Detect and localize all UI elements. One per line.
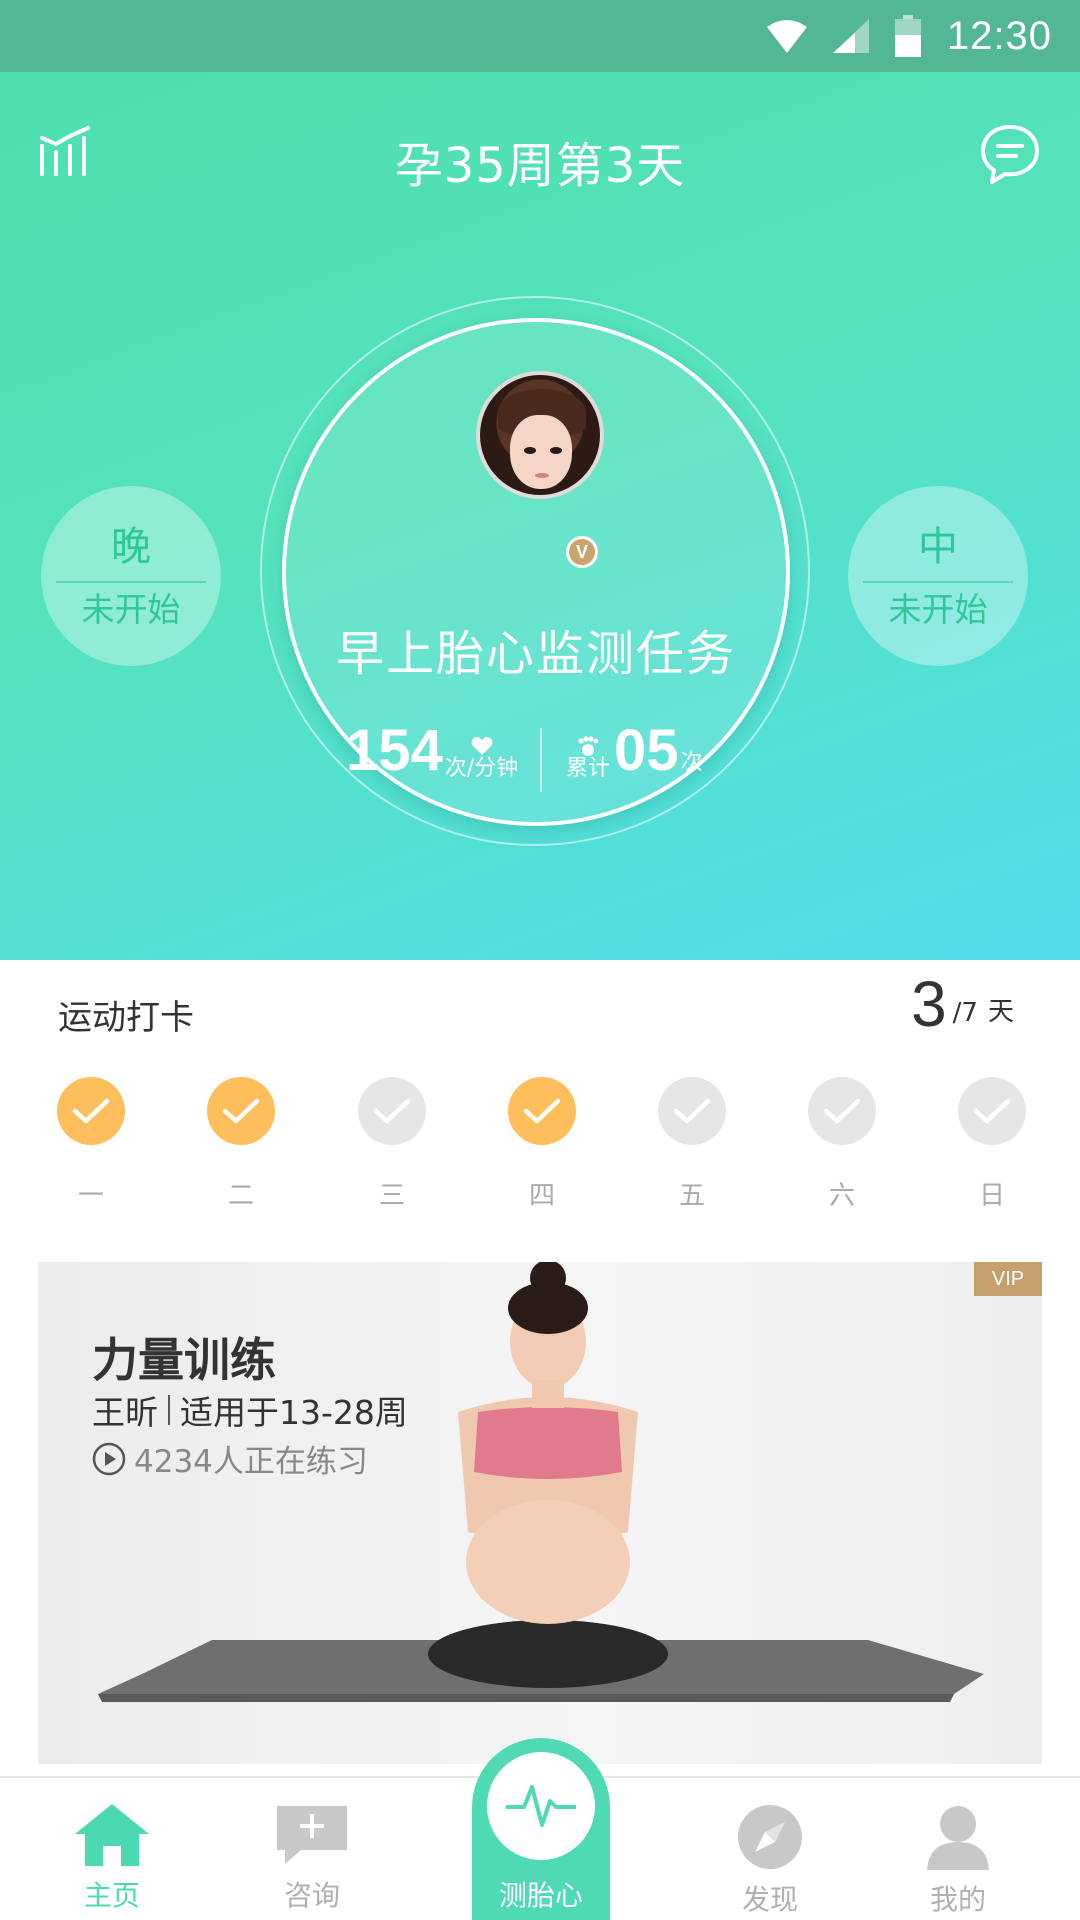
checkin-day-label: 日 xyxy=(978,1181,1005,1211)
nav-home[interactable]: 主页 xyxy=(52,1804,172,1914)
meta-separator xyxy=(168,1395,170,1425)
vip-verified-badge: V xyxy=(566,536,598,568)
check-icon xyxy=(973,1098,1011,1124)
checkin-day-label: 四 xyxy=(528,1181,555,1211)
heart-rate-stat: 154 次/分钟 xyxy=(346,722,518,780)
session-evening[interactable]: 晚 未开始 xyxy=(41,486,221,666)
check-icon xyxy=(823,1098,861,1124)
session-status: 未开始 xyxy=(81,589,181,629)
footprint-icon xyxy=(578,736,599,756)
session-status: 未开始 xyxy=(888,589,988,629)
checkin-day-circle xyxy=(658,1077,726,1145)
avatar-eye xyxy=(524,447,536,454)
nav-fetal-heart[interactable]: 测胎心 xyxy=(472,1738,610,1920)
check-icon xyxy=(72,1098,110,1124)
cumulative-stat: 累计 05 次 xyxy=(566,722,703,780)
course-learners: 4234人正在练习 xyxy=(92,1436,368,1481)
learners-count: 4234人正在练习 xyxy=(134,1444,368,1480)
compass-icon xyxy=(738,1805,802,1869)
avatar-mouth xyxy=(535,473,549,478)
checkin-day-label: 六 xyxy=(828,1181,855,1211)
checkin-day[interactable]: 五 xyxy=(658,1077,726,1212)
session-noon[interactable]: 中 未开始 xyxy=(848,486,1028,666)
heart-icon xyxy=(471,737,493,755)
avatar-eye xyxy=(550,447,562,454)
checkin-title: 运动打卡 xyxy=(58,998,194,1038)
stats-divider xyxy=(540,728,542,792)
message-icon[interactable] xyxy=(978,122,1042,186)
session-period-label: 中 xyxy=(918,523,958,570)
user-icon xyxy=(927,1806,989,1870)
heart-rate-value: 154 xyxy=(346,718,443,783)
checkin-unit: 天 xyxy=(987,997,1014,1027)
session-divider xyxy=(863,580,1013,583)
course-coach: 王昕 xyxy=(92,1393,158,1432)
nav-label: 我的 xyxy=(929,1883,986,1916)
home-icon xyxy=(75,1804,149,1866)
signal-icon xyxy=(832,19,869,53)
course-meta: 王昕 适用于13-28周 xyxy=(92,1386,408,1434)
checkin-day-label: 二 xyxy=(227,1181,254,1211)
course-suitable-weeks: 适用于13-28周 xyxy=(180,1393,408,1432)
cumulative-unit: 次 xyxy=(680,750,703,775)
heart-rate-unit-wrap: 次/分钟 xyxy=(443,737,519,781)
heart-rate-unit: 次/分钟 xyxy=(444,756,519,781)
checkin-progress: 3 /7 天 xyxy=(911,972,1014,1036)
nav-label: 发现 xyxy=(741,1883,798,1916)
heartbeat-icon xyxy=(506,1785,576,1827)
checkin-day-circle xyxy=(958,1077,1026,1145)
nav-label: 咨询 xyxy=(283,1879,340,1912)
nav-discover[interactable]: 发现 xyxy=(710,1804,830,1918)
status-bar: 12:30 xyxy=(0,0,1080,72)
check-icon xyxy=(523,1098,561,1124)
check-icon xyxy=(373,1098,411,1124)
wifi-icon xyxy=(766,20,807,53)
course-card[interactable]: VIP 力量训练 王昕 适用于13-28周 4234人正在练习 xyxy=(38,1262,1042,1764)
cumulative-label-wrap: 累计 xyxy=(566,736,610,780)
checkin-day[interactable]: 四 xyxy=(508,1077,576,1212)
checkin-day[interactable]: 三 xyxy=(358,1077,426,1212)
checkin-day-label: 三 xyxy=(378,1181,405,1211)
checkin-total: /7 xyxy=(952,998,978,1028)
pregnancy-week-title: 孕35周第3天 xyxy=(394,138,686,194)
checkin-day-label: 一 xyxy=(77,1181,104,1211)
checkin-day[interactable]: 二 xyxy=(207,1077,275,1212)
status-time: 12:30 xyxy=(946,13,1052,58)
cumulative-label: 累计 xyxy=(566,756,611,781)
cumulative-value: 05 xyxy=(614,718,679,783)
session-divider xyxy=(56,580,206,583)
nav-me[interactable]: 我的 xyxy=(898,1804,1018,1918)
checkin-day-circle xyxy=(57,1077,125,1145)
play-icon[interactable] xyxy=(92,1442,126,1476)
nav-label: 测胎心 xyxy=(498,1879,583,1912)
course-title: 力量训练 xyxy=(92,1333,276,1387)
checkin-day[interactable]: 六 xyxy=(808,1077,876,1212)
fetal-monitor-hero: 孕35周第3天 晚 未开始 中 未开始 V 早上胎心监测任务 154 次/分钟 … xyxy=(0,72,1080,960)
check-icon xyxy=(222,1098,260,1124)
monitor-task-title: 早上胎心监测任务 xyxy=(335,626,736,682)
checkin-day-circle xyxy=(808,1077,876,1145)
checkin-day-label: 五 xyxy=(678,1181,705,1211)
monitor-stats: 154 次/分钟 累计 05 次 xyxy=(282,722,790,802)
vip-tag: VIP xyxy=(974,1262,1042,1296)
avatar[interactable] xyxy=(476,371,604,499)
nav-label: 主页 xyxy=(83,1879,140,1912)
heartbeat-button[interactable] xyxy=(487,1752,595,1860)
checkin-done-count: 3 xyxy=(911,968,947,1040)
checkin-day-circle xyxy=(508,1077,576,1145)
checkin-day[interactable]: 一 xyxy=(57,1077,125,1212)
chat-add-icon xyxy=(277,1806,347,1864)
checkin-day-circle xyxy=(207,1077,275,1145)
checkin-day-circle xyxy=(358,1077,426,1145)
battery-icon xyxy=(894,15,921,57)
check-icon xyxy=(673,1098,711,1124)
nav-consult[interactable]: 咨询 xyxy=(252,1804,372,1914)
session-period-label: 晚 xyxy=(111,523,151,570)
checkin-day[interactable]: 日 xyxy=(958,1077,1026,1212)
